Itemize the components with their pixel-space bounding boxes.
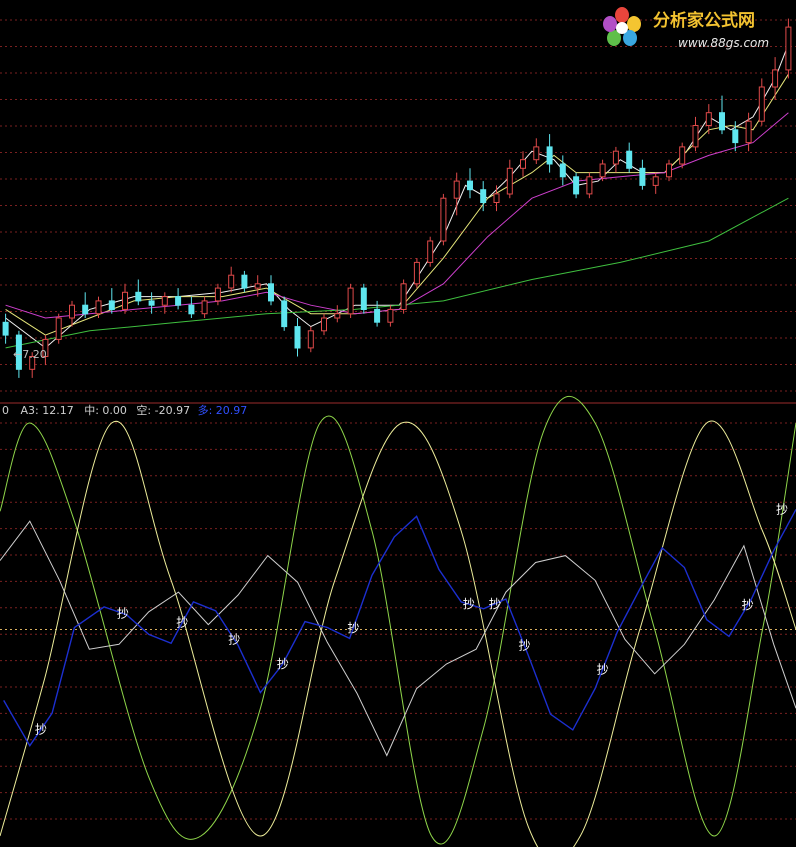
candle-up	[413, 261, 420, 285]
candle-down	[108, 300, 115, 310]
buy-signal-label: 抄	[35, 723, 47, 737]
candle-down	[175, 296, 182, 306]
candle-up	[161, 296, 168, 306]
candle-up	[520, 159, 526, 169]
candle-up	[758, 86, 765, 122]
candle-down	[732, 129, 739, 144]
candle-up	[95, 300, 102, 315]
low-price-marker: ←7.20	[13, 348, 47, 361]
candle-down	[639, 167, 646, 186]
candle-up	[586, 176, 593, 195]
candle-up	[228, 274, 235, 289]
candle-down	[626, 150, 633, 169]
candle-up	[692, 125, 699, 148]
moving-average-line	[5, 197, 789, 349]
candle-up	[122, 291, 128, 310]
site-logo: 分析家公式网 www.88gs.com	[603, 7, 769, 50]
candle-up	[612, 150, 619, 165]
candle-up	[679, 146, 686, 165]
candle-up	[666, 163, 672, 178]
buy-signal-label: 抄	[176, 616, 188, 630]
legend-duo: 多: 20.97	[198, 403, 248, 417]
candle-up	[400, 283, 407, 310]
candle-up	[201, 300, 208, 315]
candle-down	[374, 308, 381, 323]
legend-zhong: 中: 0.00	[84, 404, 127, 417]
logo-url: www.88gs.com	[678, 36, 769, 50]
candle-down	[241, 274, 248, 289]
candle-up	[69, 304, 75, 319]
buy-signal-label: 抄	[277, 657, 289, 671]
candle-down	[268, 283, 274, 302]
candle-up	[785, 26, 792, 71]
candle-down	[281, 300, 288, 328]
candle-up	[533, 146, 540, 161]
indicator-legend: 0 A3: 12.17 中: 0.00 空: -20.97 多: 20.97	[2, 403, 247, 417]
candle-up	[745, 120, 752, 144]
candle-down	[360, 287, 367, 311]
candle-up	[334, 313, 341, 319]
candle-up	[705, 112, 712, 126]
buy-signal-label: 抄	[489, 597, 501, 611]
candle-down	[467, 180, 473, 191]
candle-up	[772, 69, 779, 88]
logo-title: 分析家公式网	[653, 10, 755, 31]
candle-down	[82, 304, 89, 315]
candle-down	[294, 326, 301, 349]
legend-kong: 空: -20.97	[136, 403, 190, 417]
candle-up	[599, 163, 606, 178]
indicator-panel: 抄抄抄抄抄抄抄 抄抄抄抄抄	[0, 396, 796, 847]
legend-a3: A3: 12.17	[21, 404, 74, 417]
candle-up	[307, 330, 314, 349]
buy-signal-label: 抄	[742, 598, 754, 612]
price-panel	[2, 18, 792, 378]
legend-leading: 0	[2, 404, 9, 417]
candle-up	[55, 317, 62, 340]
candle-down	[2, 321, 9, 336]
candle-down	[135, 291, 142, 302]
candle-up	[506, 167, 513, 195]
candle-up	[453, 180, 460, 199]
candle-down	[480, 189, 487, 203]
candle-up	[347, 287, 354, 315]
moving-average-line	[5, 112, 789, 319]
flower-logo-icon	[603, 7, 641, 46]
grid-lines	[0, 19, 796, 820]
buy-signal-label: 抄	[347, 621, 359, 635]
chart-stage: 抄抄抄抄抄抄抄抄抄抄抄抄 ←7.20 0 A3: 12.17 中: 0.00 空…	[0, 0, 796, 847]
candle-down	[188, 304, 195, 315]
candle-up	[254, 283, 261, 289]
candle-down	[148, 300, 155, 306]
buy-signal-label: 抄	[463, 597, 475, 611]
candle-up	[214, 287, 221, 302]
candle-down	[719, 112, 725, 131]
buy-signal-label: 抄	[117, 606, 129, 620]
buy-signal-label: 抄	[597, 663, 609, 677]
buy-signal-label: 抄	[228, 633, 240, 647]
candle-down	[559, 163, 566, 178]
buy-signal-label: 抄	[776, 502, 788, 516]
candle-up	[427, 240, 434, 263]
candle-up	[321, 317, 327, 332]
buy-signal-label: 抄	[519, 639, 531, 653]
chart-canvas: 抄抄抄抄抄抄抄 抄抄抄抄抄 ←7.20 0 A3: 12.17 中: 0.00 空…	[0, 7, 796, 847]
candle-up	[493, 193, 500, 203]
duo-line	[3, 509, 796, 748]
candle-down	[546, 146, 553, 165]
candle-up	[387, 308, 394, 323]
candle-up	[440, 197, 447, 242]
candle-up	[652, 176, 659, 186]
candle-down	[573, 176, 580, 195]
